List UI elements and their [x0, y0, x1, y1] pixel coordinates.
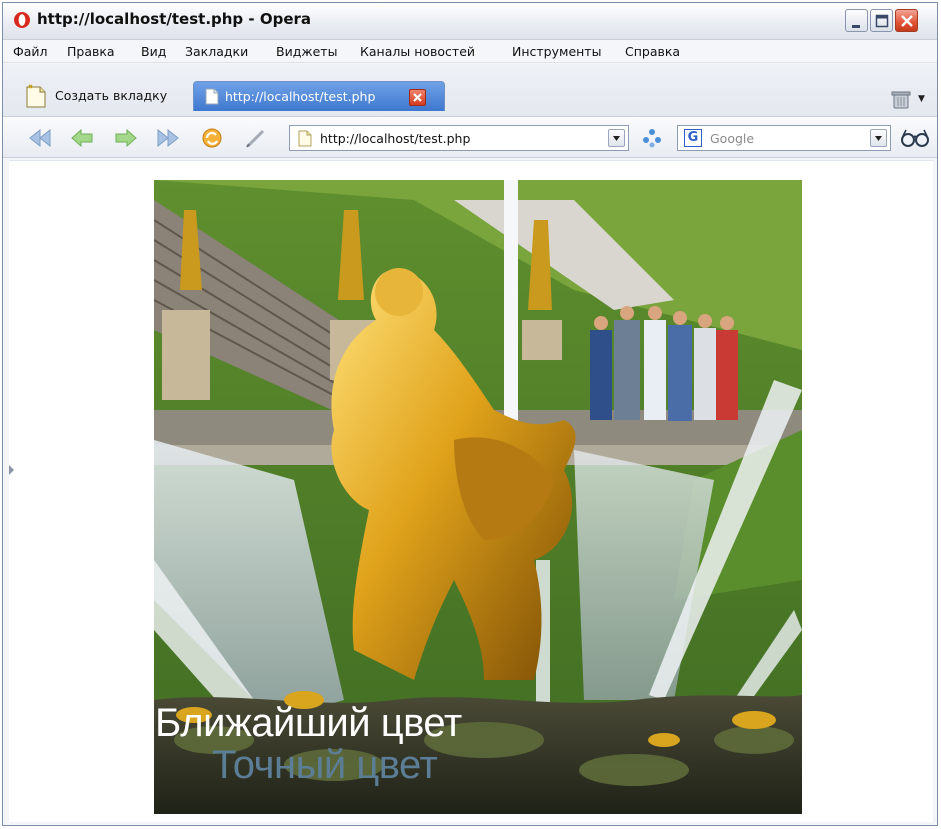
new-tab-label: Создать вкладку: [55, 88, 168, 103]
search-box[interactable]: G: [677, 125, 891, 151]
opera-logo-icon: [14, 12, 30, 28]
navigation-toolbar: G: [3, 116, 937, 158]
back-icon[interactable]: [69, 126, 95, 150]
reload-icon[interactable]: [199, 126, 225, 150]
address-dropdown-button[interactable]: [608, 129, 625, 147]
close-icon: [901, 15, 913, 27]
tab-bar: Создать вкладку http://localhost/test.ph…: [3, 64, 937, 116]
minimize-button[interactable]: [845, 9, 868, 32]
tab-title: http://localhost/test.php: [225, 89, 376, 104]
address-bar[interactable]: [289, 125, 629, 151]
chevron-down-icon: [613, 136, 620, 141]
page-icon: [205, 88, 219, 105]
new-tab-button[interactable]: Создать вкладку: [15, 82, 189, 108]
menu-widgets[interactable]: Виджеты: [276, 44, 337, 59]
close-button[interactable]: [895, 9, 918, 32]
trash-icon[interactable]: [891, 90, 911, 110]
edit-icon[interactable]: [243, 126, 269, 150]
caption-nearest-color: Ближайший цвет: [155, 701, 462, 745]
menu-feeds[interactable]: Каналы новостей: [360, 44, 475, 59]
maximize-button[interactable]: [870, 9, 893, 32]
page-icon: [298, 130, 312, 147]
browser-window: http://localhost/test.php - Opera Файл П…: [2, 2, 938, 826]
menu-tools[interactable]: Инструменты: [512, 44, 601, 59]
caption-exact-color: Точный цвет: [212, 743, 438, 787]
new-document-icon: [26, 84, 46, 108]
chevron-down-icon[interactable]: ▼: [918, 94, 925, 104]
menu-view[interactable]: Вид: [141, 44, 166, 59]
page-viewport: Ближайший цвет Точный цвет: [9, 160, 933, 822]
menu-help[interactable]: Справка: [625, 44, 680, 59]
glasses-icon[interactable]: [899, 126, 931, 150]
rewind-icon[interactable]: [27, 126, 53, 150]
google-search-icon[interactable]: G: [684, 129, 702, 147]
minimize-icon: [852, 25, 860, 28]
menu-bookmarks[interactable]: Закладки: [185, 44, 248, 59]
tab-localhost[interactable]: http://localhost/test.php: [193, 81, 445, 111]
window-title: http://localhost/test.php - Opera: [37, 10, 312, 28]
maximize-icon: [875, 14, 889, 28]
menu-file[interactable]: Файл: [13, 44, 48, 59]
fast-forward-icon[interactable]: [155, 126, 181, 150]
forward-icon[interactable]: [113, 126, 139, 150]
wand-icon[interactable]: [639, 126, 665, 150]
search-input[interactable]: [710, 130, 860, 147]
menu-bar: Файл Правка Вид Закладки Виджеты Каналы …: [3, 41, 937, 63]
close-icon: [413, 93, 422, 102]
tab-close-button[interactable]: [409, 89, 426, 106]
title-bar[interactable]: http://localhost/test.php - Opera: [3, 3, 937, 40]
menu-edit[interactable]: Правка: [67, 44, 115, 59]
address-input[interactable]: [320, 130, 590, 147]
search-dropdown-button[interactable]: [870, 129, 887, 147]
panel-toggle-handle[interactable]: [9, 465, 14, 475]
chevron-down-icon: [875, 136, 882, 141]
